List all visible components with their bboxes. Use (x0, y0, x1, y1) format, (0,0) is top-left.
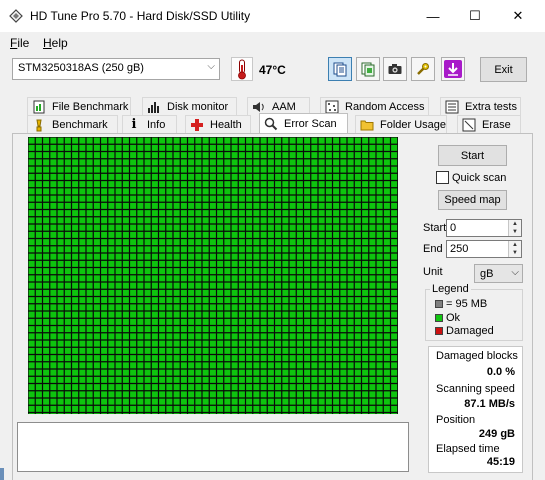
tab-label: Info (147, 118, 166, 131)
position-label: Position (436, 414, 476, 426)
tab-extra-tests[interactable]: Extra tests (440, 97, 521, 115)
taskbar-edge (0, 468, 4, 480)
info-icon: i (131, 117, 137, 132)
legend-title: Legend (430, 283, 471, 295)
legend-swatch-damaged (435, 327, 443, 335)
tab-disk-monitor[interactable]: Disk monitor (142, 97, 237, 115)
camera-button[interactable] (383, 57, 407, 81)
chevron-down-icon: ⌵ (511, 267, 519, 278)
drive-select[interactable]: STM3250318AS (250 gB) ⌵ (12, 58, 220, 80)
unit-select[interactable]: gB ⌵ (474, 264, 523, 283)
start-position-field[interactable]: 0 ▲ ▼ (446, 219, 522, 237)
damaged-blocks-value: 0.0 % (486, 366, 515, 378)
damaged-blocks-label: Damaged blocks (436, 350, 518, 362)
close-button[interactable]: ✕ (495, 0, 541, 32)
file-benchmark-icon (32, 100, 46, 114)
magnifier-icon (264, 117, 278, 131)
tab-health[interactable]: Health (185, 115, 251, 133)
tab-error-scan[interactable]: Error Scan (259, 113, 348, 133)
elapsed-time-label: Elapsed time (436, 443, 500, 455)
tab-label: Benchmark (52, 118, 108, 131)
erase-icon (462, 118, 476, 132)
health-icon (190, 118, 204, 132)
legend-block-size-label: = 95 MB (446, 298, 488, 310)
scanning-speed-label: Scanning speed (436, 383, 515, 395)
spinner-arrows-icon[interactable]: ▲ ▼ (508, 220, 521, 236)
tab-label: AAM (272, 100, 296, 113)
random-access-icon (325, 100, 339, 114)
spinner-arrows-icon[interactable]: ▲ ▼ (508, 241, 521, 257)
end-field-label: End (423, 243, 443, 255)
download-button[interactable] (441, 57, 465, 81)
options-button[interactable] (411, 57, 435, 81)
window-title: HD Tune Pro 5.70 - Hard Disk/SSD Utility (30, 9, 251, 23)
tab-info[interactable]: i Info (122, 115, 177, 133)
end-position-field[interactable]: 250 ▲ ▼ (446, 240, 522, 258)
scan-grid-fill (28, 137, 398, 414)
camera-icon (388, 64, 402, 74)
tab-label: Random Access (345, 100, 425, 113)
chevron-down-icon: ⌵ (207, 61, 215, 72)
unit-select-value: gB (480, 268, 494, 280)
copy-text-button[interactable] (328, 57, 352, 81)
tab-label: Health (210, 118, 242, 131)
quick-scan-checkbox[interactable] (436, 171, 449, 184)
speaker-icon (252, 100, 266, 114)
start-field-label: Start (423, 222, 447, 234)
tab-label: Erase (482, 118, 511, 131)
position-value: 249 gB (478, 428, 515, 440)
tab-label: Error Scan (284, 117, 337, 130)
maximize-button[interactable]: ☐ (452, 0, 498, 32)
menu-help-label: elp (51, 36, 68, 50)
thermometer-icon (231, 57, 253, 81)
scanning-speed-value: 87.1 MB/s (464, 398, 515, 410)
menu-help[interactable]: Help (43, 36, 68, 50)
end-position-value: 250 (450, 243, 469, 255)
extra-tests-icon (445, 100, 459, 114)
tab-label: File Benchmark (52, 100, 129, 113)
tab-folder-usage[interactable]: Folder Usage (355, 115, 447, 133)
unit-label: Unit (423, 266, 443, 278)
download-arrow-icon (444, 60, 462, 78)
tab-file-benchmark[interactable]: File Benchmark (27, 97, 131, 115)
start-position-value: 0 (450, 222, 457, 234)
minimize-button[interactable]: — (410, 0, 456, 32)
menu-bar (0, 32, 545, 52)
menu-file[interactable]: File (10, 36, 29, 50)
benchmark-icon (32, 118, 46, 132)
elapsed-time-value: 45:19 (486, 456, 515, 468)
drive-select-value: STM3250318AS (250 gB) (18, 62, 144, 74)
exit-button[interactable]: Exit (480, 57, 527, 82)
tab-label: Disk monitor (167, 100, 229, 113)
start-scan-button[interactable]: Start (438, 145, 507, 166)
tab-label: Folder Usage (380, 118, 447, 131)
legend-damaged-label: Damaged (446, 325, 494, 337)
copy-screenshot-button[interactable] (356, 57, 380, 81)
legend-swatch-block-size (435, 300, 443, 308)
wrench-icon (417, 63, 429, 75)
copy-text-icon (333, 62, 347, 77)
legend-ok-label: Ok (446, 312, 461, 324)
tab-label: Extra tests (465, 100, 517, 113)
tab-benchmark[interactable]: Benchmark (27, 115, 118, 133)
menu-help-accel: H (43, 36, 52, 50)
scan-block-grid (28, 137, 398, 414)
folder-icon (360, 118, 374, 132)
app-icon (9, 9, 23, 23)
disk-monitor-icon (147, 100, 161, 114)
tab-erase[interactable]: Erase (457, 115, 521, 133)
temperature-readout: 47°C (259, 63, 286, 77)
quick-scan-label: Quick scan (452, 172, 507, 184)
legend-swatch-ok (435, 314, 443, 322)
speed-map-button[interactable]: Speed map (438, 190, 507, 210)
scan-log-box (17, 422, 409, 472)
menu-file-label: ile (17, 36, 30, 50)
copy-screenshot-icon (361, 62, 375, 77)
